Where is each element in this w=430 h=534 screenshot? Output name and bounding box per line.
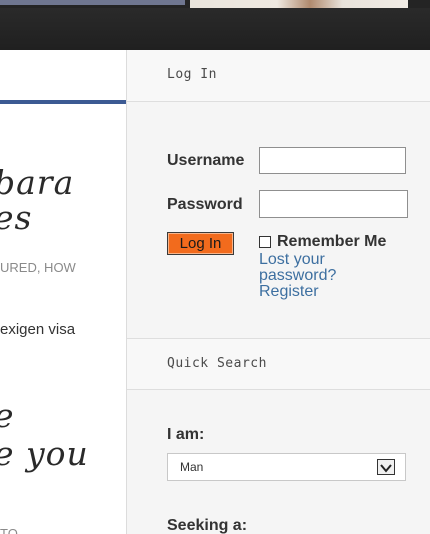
login-button[interactable]: Log In: [167, 232, 234, 255]
username-label: Username: [167, 152, 245, 169]
password-input[interactable]: [259, 190, 408, 218]
nav-bar-fragment: [0, 50, 126, 100]
i-am-label: I am:: [167, 426, 205, 443]
register-link[interactable]: Register: [259, 284, 319, 300]
main-content: bara es URED, HOW exigen visa e e you TO: [0, 50, 126, 534]
post-meta: URED, HOW: [0, 260, 76, 275]
header-banner: [0, 0, 430, 50]
lost-password-link-line1[interactable]: Lost your: [259, 252, 325, 268]
username-input[interactable]: [259, 147, 406, 174]
post-title-2-line2[interactable]: e you: [0, 434, 89, 473]
seeking-label: Seeking a:: [167, 517, 248, 534]
banner-photo-left: [0, 0, 185, 5]
quick-search-header: Quick Search: [127, 339, 430, 390]
chevron-down-icon[interactable]: [377, 459, 395, 475]
login-widget-header: Log In: [127, 50, 430, 102]
lost-password-link-line2[interactable]: password?: [259, 268, 336, 284]
login-widget-title: Log In: [167, 67, 217, 82]
remember-me-checkbox[interactable]: [259, 236, 271, 248]
post-title-line2[interactable]: es: [0, 198, 32, 237]
post-meta-2: TO: [0, 526, 18, 534]
sidebar: Log In Username Password Log In Remember…: [126, 50, 430, 534]
post-excerpt: exigen visa: [0, 321, 76, 338]
post-title-2-line1[interactable]: e: [0, 396, 15, 435]
i-am-select-value: Man: [180, 460, 204, 474]
post-title-line1[interactable]: bara: [0, 163, 74, 202]
banner-background: [0, 8, 430, 50]
remember-me-label[interactable]: Remember Me: [277, 233, 386, 251]
banner-photo-right: [190, 0, 408, 8]
password-label: Password: [167, 196, 243, 213]
quick-search-title: Quick Search: [167, 356, 267, 371]
i-am-select[interactable]: Man: [167, 453, 406, 481]
nav-active-underline: [0, 100, 126, 104]
